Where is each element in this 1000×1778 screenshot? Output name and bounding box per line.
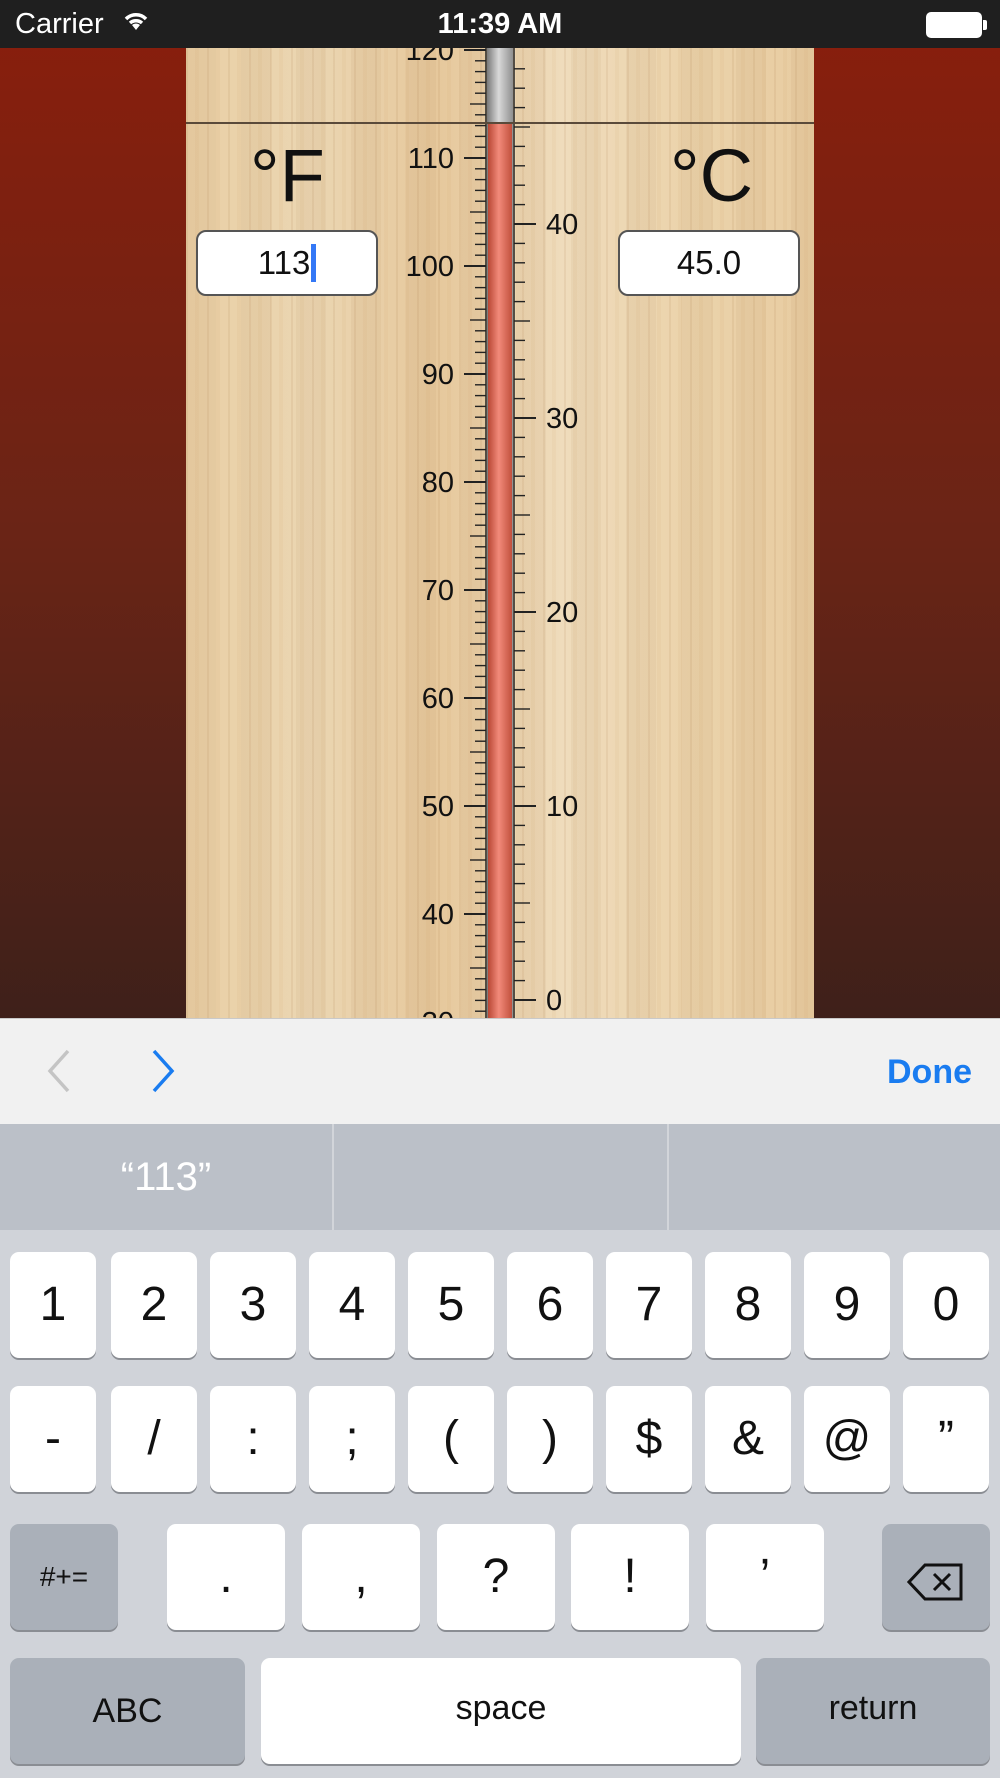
celsius-tick-label: 10: [546, 791, 578, 823]
space-key[interactable]: space: [261, 1658, 741, 1764]
chevron-left-icon[interactable]: [44, 1047, 74, 1100]
fahrenheit-tick-label: 40: [422, 899, 454, 931]
fahrenheit-tick-label: 60: [422, 683, 454, 715]
symbol-key-6[interactable]: $: [606, 1386, 692, 1492]
keyboard-accessory-bar: Done: [0, 1018, 1000, 1125]
suggestion-bar: “113”: [0, 1124, 1000, 1230]
fahrenheit-tick-label: 50: [422, 791, 454, 823]
fahrenheit-tick-label: 90: [422, 359, 454, 391]
symbol-key-5[interactable]: ): [507, 1386, 593, 1492]
symbol-key-3[interactable]: ;: [309, 1386, 395, 1492]
digit-key-1[interactable]: 2: [111, 1252, 197, 1358]
suggestion-1[interactable]: “113”: [0, 1124, 332, 1230]
fahrenheit-tick-label: 120: [406, 48, 454, 67]
digit-key-4[interactable]: 5: [408, 1252, 494, 1358]
symbol-key-7[interactable]: &: [705, 1386, 791, 1492]
digit-key-0[interactable]: 1: [10, 1252, 96, 1358]
celsius-tick-label: 20: [546, 597, 578, 629]
celsius-tick-label: 30: [546, 403, 578, 435]
digit-key-5[interactable]: 6: [507, 1252, 593, 1358]
keyboard: “113” 1234567890 - /:;() $ & @” #+= .,?!’ AB…: [0, 1124, 1000, 1778]
digit-key-3[interactable]: 4: [309, 1252, 395, 1358]
done-button[interactable]: Done: [887, 1053, 972, 1092]
fahrenheit-unit-label: °F: [250, 134, 325, 217]
backspace-key[interactable]: [882, 1524, 990, 1630]
chevron-right-icon[interactable]: [148, 1047, 178, 1100]
battery-icon: [926, 12, 987, 38]
fahrenheit-input[interactable]: 113: [196, 230, 378, 296]
digit-key-6[interactable]: 7: [606, 1252, 692, 1358]
top-divider: [186, 122, 814, 124]
status-time: 11:39 AM: [437, 8, 563, 40]
text-cursor: [311, 244, 317, 283]
digit-key-2[interactable]: 3: [210, 1252, 296, 1358]
suggestion-2[interactable]: [334, 1124, 666, 1230]
return-key[interactable]: return: [756, 1658, 990, 1764]
status-bar: Carrier 11:39 AM: [0, 0, 1000, 48]
symbol-key-2[interactable]: :: [210, 1386, 296, 1492]
fahrenheit-value: 113: [257, 244, 311, 281]
symbol-key-0[interactable]: -: [10, 1386, 96, 1492]
punct-key-3[interactable]: !: [571, 1524, 689, 1630]
fahrenheit-tick-label: 100: [406, 251, 454, 283]
fahrenheit-tick-label: 80: [422, 467, 454, 499]
digit-key-7[interactable]: 8: [705, 1252, 791, 1358]
celsius-input[interactable]: 45.0: [618, 230, 800, 296]
celsius-tick-label: 0: [546, 985, 562, 1017]
symbol-key-8[interactable]: @: [804, 1386, 890, 1492]
thermometer-board: 12011010090807060504030403020100 °F °C 1…: [186, 48, 814, 1018]
punct-key-0[interactable]: .: [167, 1524, 285, 1630]
fahrenheit-tick-label: 30: [422, 1007, 454, 1018]
symbol-key-4[interactable]: (: [408, 1386, 494, 1492]
digit-key-8[interactable]: 9: [804, 1252, 890, 1358]
more-symbols-key[interactable]: #+=: [10, 1524, 118, 1630]
digit-key-9[interactable]: 0: [903, 1252, 989, 1358]
punct-key-1[interactable]: ,: [302, 1524, 420, 1630]
celsius-unit-label: °C: [670, 134, 754, 217]
symbol-key-9[interactable]: ”: [903, 1386, 989, 1492]
symbol-key-1[interactable]: /: [111, 1386, 197, 1492]
abc-key[interactable]: ABC: [10, 1658, 245, 1764]
backspace-icon: [906, 1558, 965, 1613]
punct-key-4[interactable]: ’: [706, 1524, 824, 1630]
celsius-tick-label: 40: [546, 209, 578, 241]
suggestion-3[interactable]: [669, 1124, 1000, 1230]
punct-key-2[interactable]: ?: [437, 1524, 555, 1630]
fahrenheit-tick-label: 70: [422, 575, 454, 607]
fahrenheit-tick-label: 110: [408, 143, 454, 175]
